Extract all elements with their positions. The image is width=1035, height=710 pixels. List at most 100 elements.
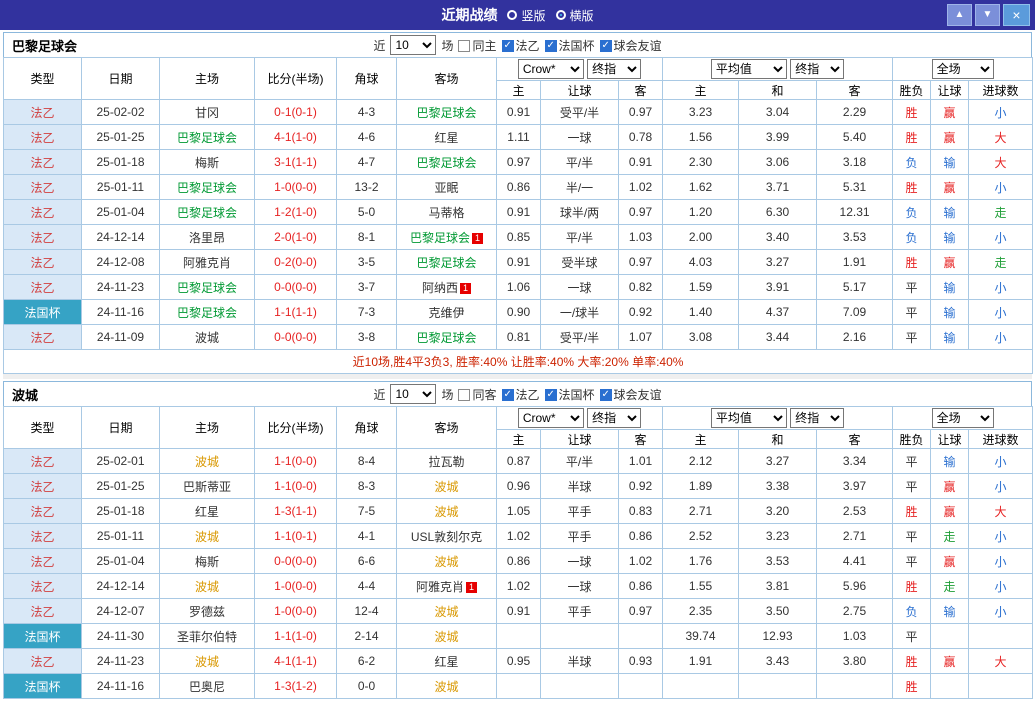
away-team-cell: 巴黎足球会 (397, 100, 497, 125)
average-odds-header: 平均值 终指 (663, 58, 893, 81)
team-link[interactable]: 梅斯 (195, 156, 219, 170)
league-filter-checkbox-ligue2[interactable] (502, 389, 514, 401)
odds-cell: 半球 (541, 649, 619, 674)
score-link[interactable]: 2-0(1-0) (274, 230, 317, 244)
scroll-down-button[interactable]: ▼ (975, 4, 1000, 26)
league-filter-checkbox-friendly[interactable] (600, 389, 612, 401)
team-link[interactable]: 甘冈 (195, 106, 219, 120)
league-filter-checkbox-cup[interactable] (545, 389, 557, 401)
team-link[interactable]: 巴黎足球会 (416, 156, 476, 170)
team-link[interactable]: 巴黎足球会 (410, 231, 470, 245)
league-filter-checkbox-ligue2[interactable] (502, 40, 514, 52)
avg-odds-cell: 12.93 (739, 624, 817, 649)
team-link[interactable]: 红星 (195, 505, 219, 519)
sub-header-avg-home: 主 (663, 81, 739, 100)
average-select[interactable]: 平均值 (711, 59, 787, 79)
final-odds-select[interactable]: 终指 (587, 408, 641, 428)
matches-count-select[interactable]: 10 (390, 35, 436, 55)
team-link[interactable]: 巴黎足球会 (177, 131, 237, 145)
league-filter-checkbox-cup[interactable] (545, 40, 557, 52)
team-link[interactable]: 波城 (434, 605, 458, 619)
team-link[interactable]: 巴黎足球会 (416, 331, 476, 345)
final-odds-select-2[interactable]: 终指 (790, 408, 844, 428)
score-link[interactable]: 1-0(0-0) (274, 604, 317, 618)
score-link[interactable]: 1-1(0-0) (274, 479, 317, 493)
team-link[interactable]: 波城 (195, 530, 219, 544)
average-select[interactable]: 平均值 (711, 408, 787, 428)
score-link[interactable]: 1-2(1-0) (274, 205, 317, 219)
vertical-layout-radio[interactable] (507, 10, 517, 20)
score-link[interactable]: 0-1(0-1) (274, 105, 317, 119)
team-link[interactable]: 波城 (195, 331, 219, 345)
team-link[interactable]: 马蒂格 (428, 206, 464, 220)
full-match-select[interactable]: 全场 (932, 408, 994, 428)
home-team-cell: 波城 (160, 524, 255, 549)
result-cell: 小 (969, 175, 1033, 200)
team-link[interactable]: 巴奥尼 (189, 680, 225, 694)
col-header-home: 主场 (160, 58, 255, 100)
team-link[interactable]: 罗德兹 (189, 605, 225, 619)
final-odds-select-2[interactable]: 终指 (790, 59, 844, 79)
team-link[interactable]: 巴黎足球会 (177, 181, 237, 195)
score-link[interactable]: 1-1(0-1) (274, 529, 317, 543)
score-link[interactable]: 1-3(1-1) (274, 504, 317, 518)
team-link[interactable]: 巴黎足球会 (416, 256, 476, 270)
team-link[interactable]: 巴斯蒂亚 (183, 480, 231, 494)
team-link[interactable]: 阿雅克肖 (416, 580, 464, 594)
score-link[interactable]: 0-0(0-0) (274, 330, 317, 344)
league-filter-checkbox-friendly[interactable] (600, 40, 612, 52)
same-away-checkbox[interactable] (458, 389, 470, 401)
close-button[interactable]: × (1003, 4, 1030, 26)
team-link[interactable]: 阿雅克肖 (183, 256, 231, 270)
corners-cell: 7-5 (337, 499, 397, 524)
team-link[interactable]: 阿纳西 (422, 281, 458, 295)
team-link[interactable]: 波城 (434, 555, 458, 569)
team-link[interactable]: 波城 (195, 580, 219, 594)
team-link[interactable]: 洛里昂 (189, 231, 225, 245)
matches-count-select[interactable]: 10 (390, 384, 436, 404)
score-link[interactable]: 1-3(1-2) (274, 679, 317, 693)
team-link[interactable]: 巴黎足球会 (177, 306, 237, 320)
team-link[interactable]: 红星 (434, 655, 458, 669)
same-home-checkbox[interactable] (458, 40, 470, 52)
full-match-select[interactable]: 全场 (932, 59, 994, 79)
result-cell: 赢 (931, 250, 969, 275)
team-link[interactable]: 波城 (195, 655, 219, 669)
score-link[interactable]: 0-2(0-0) (274, 255, 317, 269)
team-link[interactable]: 巴黎足球会 (416, 106, 476, 120)
score-cell: 4-1(1-1) (255, 649, 337, 674)
score-link[interactable]: 4-1(1-1) (274, 654, 317, 668)
team-link[interactable]: 巴黎足球会 (177, 281, 237, 295)
final-odds-select[interactable]: 终指 (587, 59, 641, 79)
bookmaker-select[interactable]: Crow* (518, 408, 584, 428)
home-team-cell: 巴黎足球会 (160, 200, 255, 225)
team-link[interactable]: 圣菲尔伯特 (177, 630, 237, 644)
score-link[interactable]: 1-0(0-0) (274, 180, 317, 194)
scroll-up-button[interactable]: ▲ (947, 4, 972, 26)
bookmaker-select[interactable]: Crow* (518, 59, 584, 79)
team-link[interactable]: 波城 (434, 505, 458, 519)
score-link[interactable]: 1-1(1-1) (274, 305, 317, 319)
team-link[interactable]: 波城 (434, 680, 458, 694)
horizontal-layout-radio[interactable] (556, 10, 566, 20)
date-cell: 24-11-09 (82, 325, 160, 350)
team-link[interactable]: 波城 (195, 455, 219, 469)
home-team-cell: 波城 (160, 649, 255, 674)
score-link[interactable]: 4-1(1-0) (274, 130, 317, 144)
team-link[interactable]: 梅斯 (195, 555, 219, 569)
score-link[interactable]: 1-0(0-0) (274, 579, 317, 593)
score-link[interactable]: 0-0(0-0) (274, 280, 317, 294)
team-link[interactable]: 波城 (434, 630, 458, 644)
score-link[interactable]: 0-0(0-0) (274, 554, 317, 568)
team-link[interactable]: USL敦刻尔克 (411, 530, 482, 544)
team-link[interactable]: 波城 (434, 480, 458, 494)
odds-cell: 一球 (541, 549, 619, 574)
score-link[interactable]: 1-1(0-0) (274, 454, 317, 468)
score-link[interactable]: 3-1(1-1) (274, 155, 317, 169)
score-link[interactable]: 1-1(1-0) (274, 629, 317, 643)
team-link[interactable]: 亚眠 (434, 181, 458, 195)
team-link[interactable]: 红星 (434, 131, 458, 145)
team-link[interactable]: 拉瓦勒 (428, 455, 464, 469)
team-link[interactable]: 巴黎足球会 (177, 206, 237, 220)
team-link[interactable]: 克维伊 (428, 306, 464, 320)
